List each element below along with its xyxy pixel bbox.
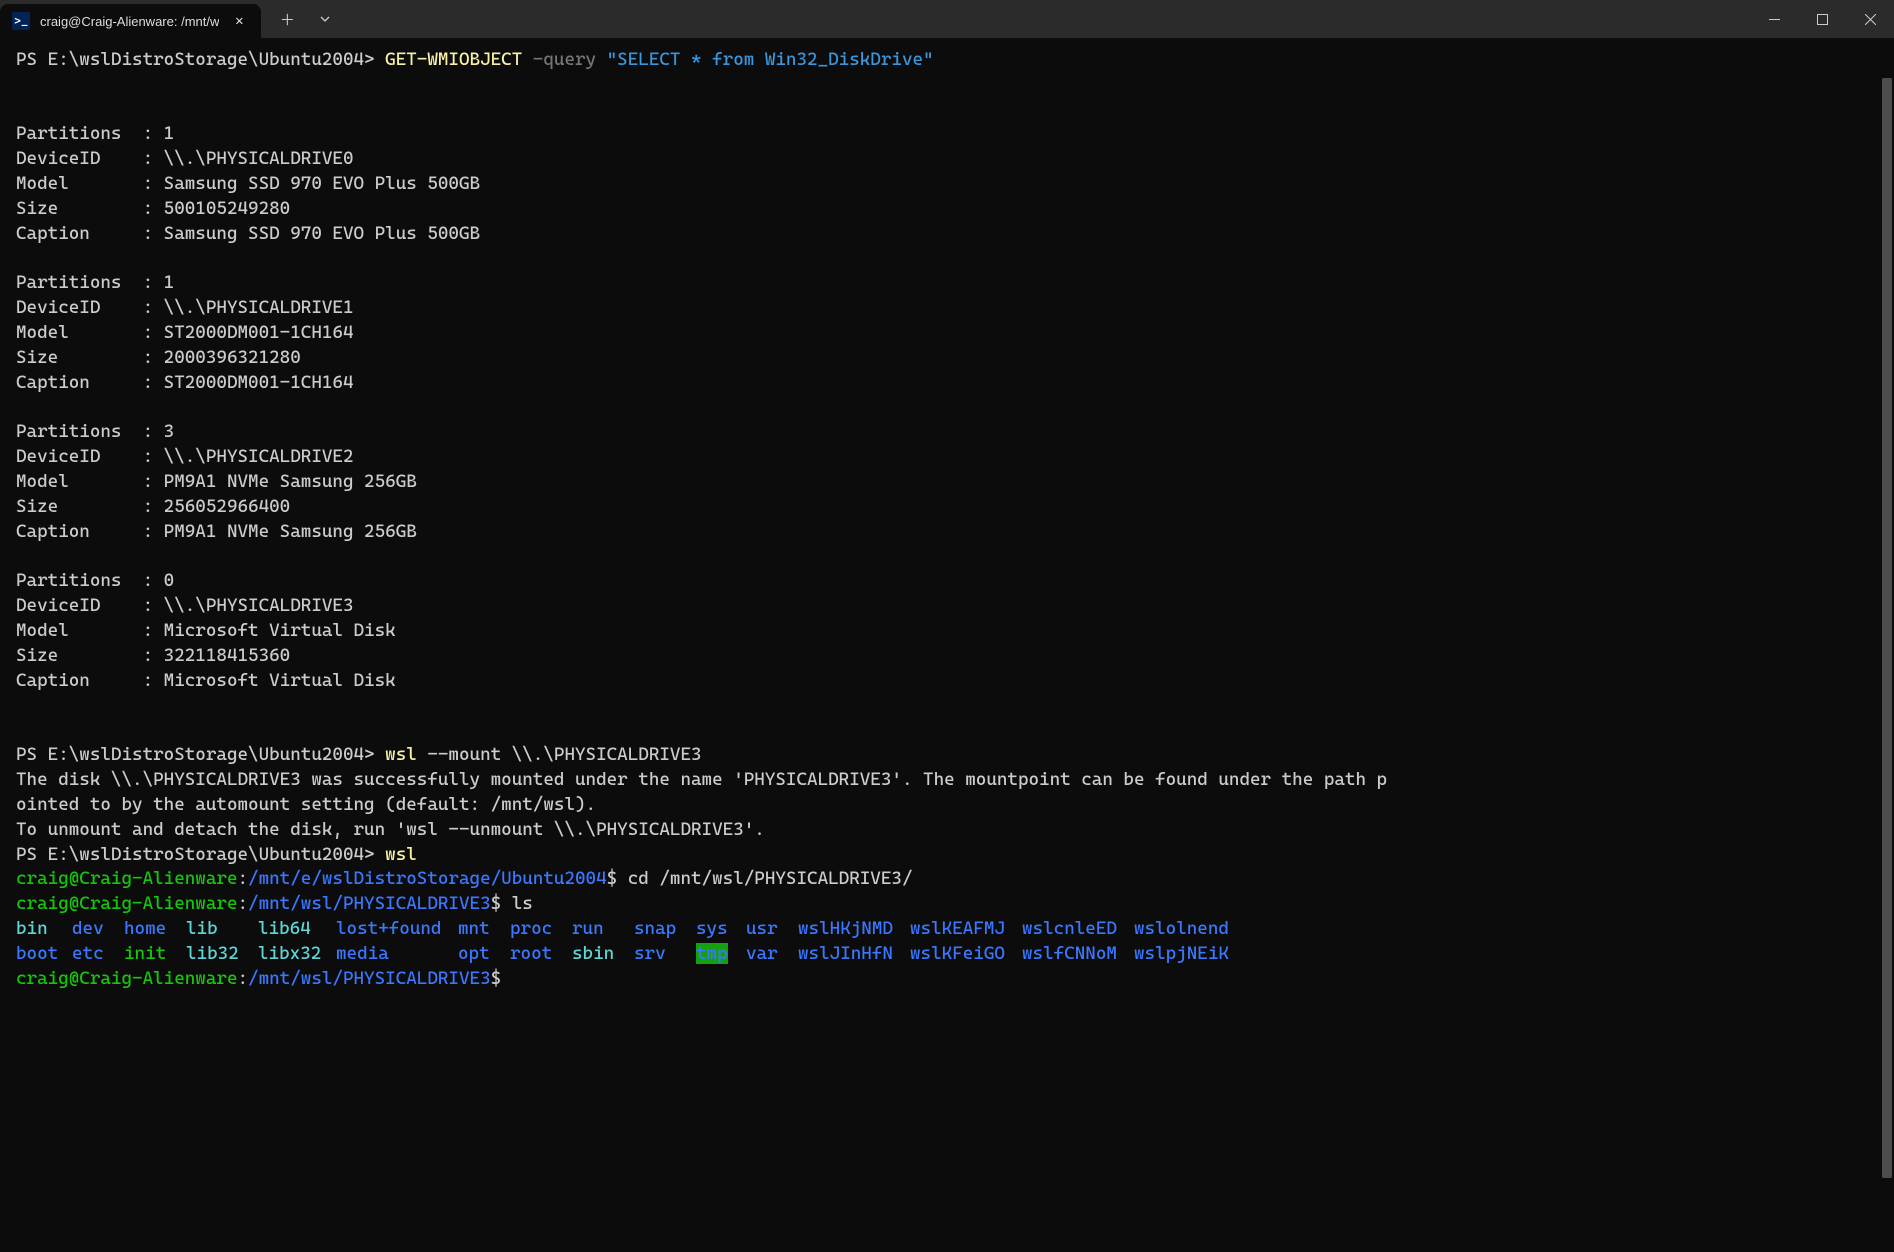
ls-entry: wslolnend <box>1134 917 1234 942</box>
bash-dollar: $ <box>491 968 502 989</box>
terminal-pane[interactable]: PS E:\wslDistroStorage\Ubuntu2004> GET-W… <box>0 38 1894 1252</box>
mount-output: To unmount and detach the disk, run 'wsl… <box>16 819 765 840</box>
tab-title: craig@Craig-Alienware: /mnt/w <box>40 14 219 29</box>
ps-prompt-prefix: PS <box>16 844 48 865</box>
ls-entry: mnt <box>458 917 510 942</box>
ps-prompt-path: E:\wslDistroStorage\Ubuntu2004 <box>48 49 364 70</box>
ls-entry: wslJInHfN <box>798 942 910 967</box>
close-button[interactable] <box>1846 0 1894 38</box>
bash-cmd: cd /mnt/wsl/PHYSICALDRIVE3/ <box>617 868 912 889</box>
bash-user-host: craig@Craig-Alienware <box>16 868 237 889</box>
terminal-tab[interactable]: >_ craig@Craig-Alienware: /mnt/w ✕ <box>0 4 261 38</box>
ls-entry: home <box>124 917 186 942</box>
ls-entry: lib32 <box>186 942 258 967</box>
ls-entry: wslcnleED <box>1022 917 1134 942</box>
scrollbar[interactable] <box>1880 38 1894 1252</box>
bash-user-host: craig@Craig-Alienware <box>16 968 237 989</box>
new-tab-button[interactable]: ＋ <box>269 3 305 35</box>
ls-entry: usr <box>746 917 798 942</box>
ls-entry: init <box>124 942 186 967</box>
ls-entry: tmp <box>696 942 746 967</box>
ls-entry: proc <box>510 917 572 942</box>
ls-entry: run <box>572 917 634 942</box>
ls-entry: lost+found <box>336 917 458 942</box>
cmdlet-name: wsl <box>385 744 417 765</box>
titlebar-drag-region[interactable] <box>343 0 1750 38</box>
chevron-down-icon <box>319 13 331 25</box>
cmd-args: --mount \\.\PHYSICALDRIVE3 <box>417 744 702 765</box>
window-controls <box>1750 0 1894 38</box>
ls-entry: etc <box>72 942 124 967</box>
bash-colon: : <box>237 893 248 914</box>
cmdlet-name: wsl <box>385 844 417 865</box>
cmdlet-name: GET-WMIOBJECT <box>385 49 522 70</box>
ps-prompt-path: E:\wslDistroStorage\Ubuntu2004 <box>48 744 364 765</box>
ls-entry: boot <box>16 942 72 967</box>
ls-entry: srv <box>634 942 696 967</box>
ls-entry: root <box>510 942 572 967</box>
maximize-icon <box>1817 14 1828 25</box>
ls-entry: wslHKjNMD <box>798 917 910 942</box>
ps-prompt-arrow: > <box>364 49 385 70</box>
ls-entry: snap <box>634 917 696 942</box>
bash-user-host: craig@Craig-Alienware <box>16 893 237 914</box>
ls-entry: sbin <box>572 942 634 967</box>
ps-prompt-arrow: > <box>364 844 385 865</box>
powershell-icon: >_ <box>12 12 30 30</box>
maximize-button[interactable] <box>1798 0 1846 38</box>
ls-entry: var <box>746 942 798 967</box>
bash-cmd: ls <box>501 893 533 914</box>
ls-entry: wslKEAFMJ <box>910 917 1022 942</box>
tab-actions: ＋ <box>261 0 343 38</box>
ls-entry: lib64 <box>258 917 336 942</box>
ls-entry: bin <box>16 917 72 942</box>
bash-cwd: /mnt/e/wslDistroStorage/Ubuntu2004 <box>248 868 607 889</box>
ls-entry: wslpjNEiK <box>1134 942 1234 967</box>
ls-entry: opt <box>458 942 510 967</box>
mount-output: The disk \\.\PHYSICALDRIVE3 was successf… <box>16 769 1387 790</box>
ps-prompt-arrow: > <box>364 744 385 765</box>
ls-output-row: bindevhomeliblib64lost+foundmntprocrunsn… <box>16 918 1234 939</box>
ls-output-row: bootetcinitlib32libx32mediaoptrootsbinsr… <box>16 943 1234 964</box>
ps-prompt-prefix: PS <box>16 49 48 70</box>
minimize-button[interactable] <box>1750 0 1798 38</box>
bash-cwd: /mnt/wsl/PHYSICALDRIVE3 <box>248 968 491 989</box>
wmi-output: Partitions : 1 DeviceID : \\.\PHYSICALDR… <box>16 123 480 690</box>
close-icon <box>1865 14 1876 25</box>
titlebar: >_ craig@Craig-Alienware: /mnt/w ✕ ＋ <box>0 0 1894 38</box>
scroll-thumb[interactable] <box>1882 78 1892 1178</box>
ls-entry: wslfCNNoM <box>1022 942 1134 967</box>
ps-prompt-prefix: PS <box>16 744 48 765</box>
bash-dollar: $ <box>491 893 502 914</box>
ls-entry: wslKFeiGO <box>910 942 1022 967</box>
ls-entry: dev <box>72 917 124 942</box>
tab-close-button[interactable]: ✕ <box>229 11 249 31</box>
bash-colon: : <box>237 868 248 889</box>
bash-colon: : <box>237 968 248 989</box>
ls-entry: lib <box>186 917 258 942</box>
ls-entry: libx32 <box>258 942 336 967</box>
ps-prompt-path: E:\wslDistroStorage\Ubuntu2004 <box>48 844 364 865</box>
bash-dollar: $ <box>607 868 618 889</box>
ls-entry: sys <box>696 917 746 942</box>
bash-cwd: /mnt/wsl/PHYSICALDRIVE3 <box>248 893 491 914</box>
minimize-icon <box>1769 14 1780 25</box>
tab-dropdown-button[interactable] <box>307 3 343 35</box>
cmdlet-arg: "SELECT * from Win32_DiskDrive" <box>607 49 934 70</box>
mount-output: ointed to by the automount setting (defa… <box>16 794 596 815</box>
ls-entry: media <box>336 942 458 967</box>
cmdlet-flag: -query <box>522 49 606 70</box>
